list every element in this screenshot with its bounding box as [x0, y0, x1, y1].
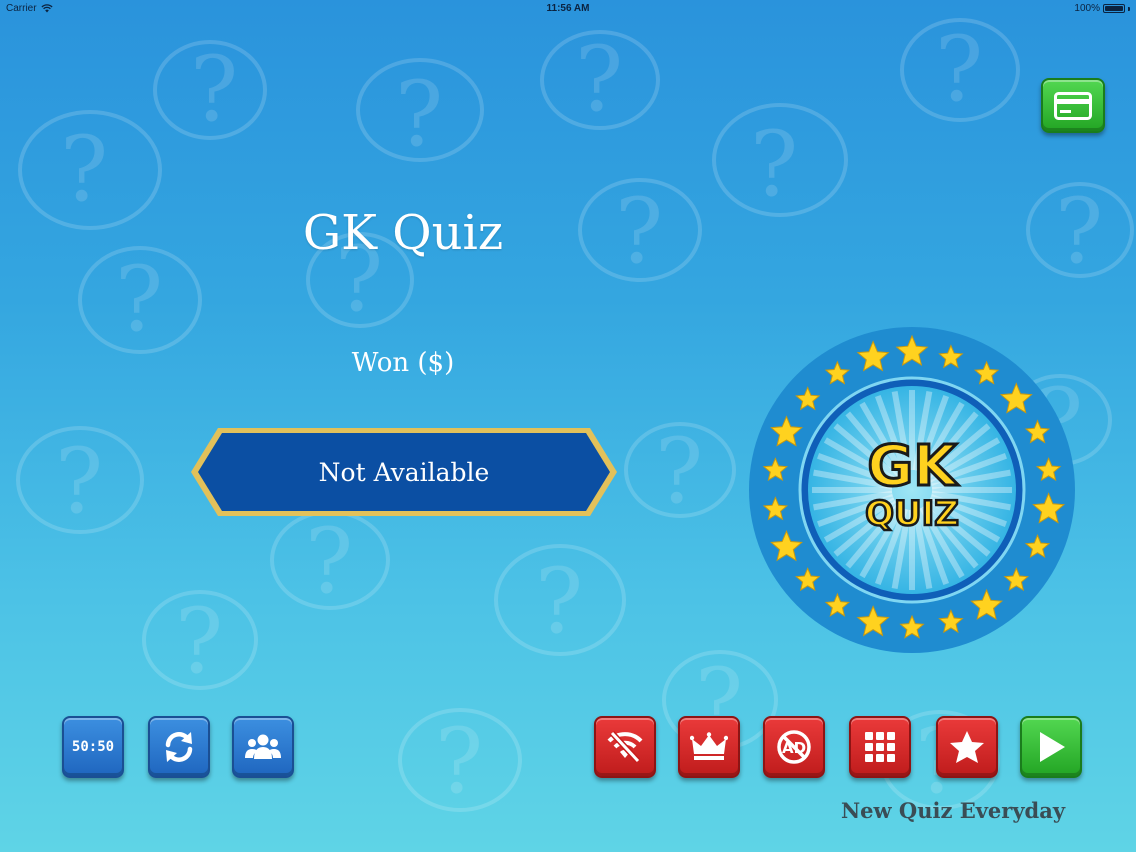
emblem-quiz-text: QUIZ — [865, 494, 959, 534]
payment-button[interactable] — [1041, 78, 1105, 133]
refresh-button[interactable] — [148, 716, 210, 778]
svg-text:?: ? — [615, 179, 663, 284]
svg-text:?: ? — [435, 709, 483, 814]
remove-ads-button[interactable]: AD — [763, 716, 825, 778]
svg-text:?: ? — [60, 117, 108, 222]
grid-icon — [865, 732, 895, 762]
page-title: GK Quiz — [302, 205, 504, 261]
svg-text:?: ? — [190, 37, 238, 142]
svg-text:?: ? — [55, 429, 103, 534]
multiplayer-button[interactable] — [232, 716, 294, 778]
status-bar: Carrier 11:56 AM 100% — [0, 0, 1136, 18]
svg-text:?: ? — [655, 419, 703, 524]
play-icon — [1040, 732, 1065, 762]
no-wifi-icon — [607, 730, 643, 764]
rate-button[interactable] — [936, 716, 998, 778]
crown-icon — [690, 732, 728, 760]
banner-text: Not Available — [318, 457, 490, 487]
battery-icon — [1103, 4, 1125, 13]
emblem-gk-text: GK — [867, 434, 959, 499]
group-icon — [245, 734, 281, 759]
play-button[interactable] — [1020, 716, 1082, 778]
svg-text:?: ? — [1055, 179, 1103, 284]
more-apps-button[interactable] — [849, 716, 911, 778]
fifty-fifty-button[interactable]: 50:50 — [62, 716, 124, 778]
svg-text:?: ? — [395, 62, 443, 167]
status-right: 100% — [1074, 3, 1130, 14]
svg-text:?: ? — [750, 112, 798, 217]
no-ads-icon: AD — [777, 730, 811, 764]
won-label: Won ($) — [351, 348, 455, 378]
battery-percent: 100% — [1074, 3, 1100, 14]
leaderboard-button[interactable] — [678, 716, 740, 778]
credit-card-icon — [1054, 91, 1092, 120]
won-amount-banner: Not Available — [188, 425, 620, 519]
battery-cap — [1128, 6, 1130, 11]
refresh-icon — [165, 732, 193, 762]
star-icon — [950, 731, 984, 763]
svg-text:?: ? — [935, 17, 983, 122]
fifty-fifty-icon: 50:50 — [71, 739, 115, 755]
svg-text:?: ? — [175, 589, 223, 694]
svg-text:?: ? — [115, 247, 163, 352]
status-time: 11:56 AM — [546, 3, 590, 14]
svg-text:?: ? — [575, 27, 623, 132]
gk-quiz-emblem: GK QUIZ — [747, 325, 1077, 655]
tagline: New Quiz Everyday — [840, 798, 1066, 823]
no-wifi-button[interactable] — [594, 716, 656, 778]
svg-text:?: ? — [535, 549, 583, 654]
svg-text:?: ? — [305, 509, 353, 614]
